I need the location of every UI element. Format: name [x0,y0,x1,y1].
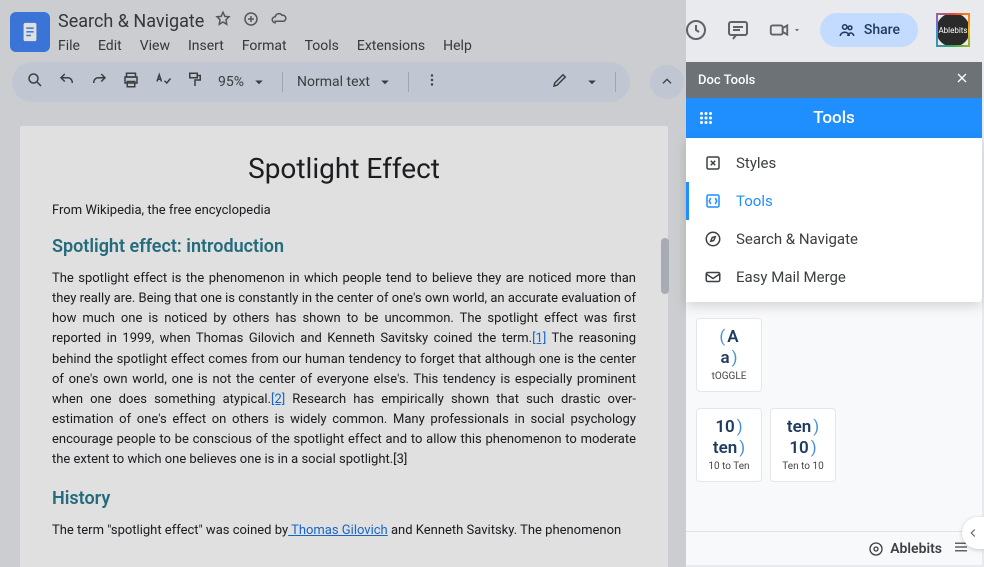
people-icon [838,21,856,39]
move-icon[interactable] [242,10,260,32]
tool-cards-row2: 10) ten) 10 to Ten ten) 10) Ten to 10 [686,408,982,498]
toolbar: 95% Normal text [12,62,630,102]
meet-button[interactable] [768,19,802,41]
sidebar-item-mail-merge[interactable]: Easy Mail Merge [686,258,982,296]
mail-icon [704,268,722,286]
sidebar-item-label: Tools [736,192,773,210]
sidebar-header: Doc Tools [686,62,982,98]
scrollbar-thumb[interactable] [661,238,669,294]
sidebar-item-label: Search & Navigate [736,230,858,248]
tools-icon [704,192,722,210]
menu-tools[interactable]: Tools [305,38,339,54]
menu-file[interactable]: File [58,38,80,54]
person-link[interactable]: Thomas Gilovich [288,523,388,538]
top-right-actions: Share Ablebits [684,8,974,52]
redo-icon[interactable] [90,71,108,93]
doc-subtitle: From Wikipedia, the free encyclopedia [52,203,636,218]
card-10-to-ten[interactable]: 10) ten) 10 to Ten [696,408,762,482]
sidebar-title-label: Tools [813,108,855,128]
addon-sidebar: Doc Tools Tools Styles Tools Search & Na… [686,62,982,565]
paragraph-style-value: Normal text [297,74,370,90]
sidebar-title-bar: Tools [686,98,982,138]
app-grid-icon[interactable] [694,106,718,130]
sidebar-header-title: Doc Tools [698,73,755,88]
sidebar-item-label: Easy Mail Merge [736,268,846,286]
more-toolbar-icon[interactable] [423,71,441,93]
tool-cards: (A a) tOGGLE [686,302,982,408]
menu-extensions[interactable]: Extensions [357,38,425,54]
star-icon[interactable] [214,10,232,32]
menu-format[interactable]: Format [242,38,287,54]
menu-bar: File Edit View Insert Format Tools Exten… [58,38,684,54]
toolbar-separator [408,72,409,92]
sidebar-item-tools[interactable]: Tools [686,182,982,220]
sidebar-item-label: Styles [736,154,776,172]
citation-link-1[interactable]: [1] [532,331,546,346]
editing-mode-icon[interactable] [551,71,569,93]
docs-logo-icon[interactable] [10,12,50,52]
document-title[interactable]: Search & Navigate [58,11,204,32]
menu-insert[interactable]: Insert [188,38,224,54]
menu-edit[interactable]: Edit [98,38,122,54]
sidebar-item-search-navigate[interactable]: Search & Navigate [686,220,982,258]
top-bar: Search & Navigate File Edit View Insert … [0,0,984,62]
card-ten-to-10[interactable]: ten) 10) Ten to 10 [770,408,836,482]
menu-view[interactable]: View [140,38,170,54]
comments-icon[interactable] [726,18,750,42]
compass-icon [704,230,722,248]
section-heading-history: History [52,488,636,509]
zoom-dropdown[interactable]: 95% [218,73,268,91]
card-toggle-case[interactable]: (A a) tOGGLE [696,318,762,392]
paint-format-icon[interactable] [186,71,204,93]
sidebar-dropdown-list: Styles Tools Search & Navigate Easy Mail… [686,138,982,302]
account-avatar[interactable]: Ablebits [936,13,970,47]
citation-link-2[interactable]: [2] [271,392,285,407]
share-button[interactable]: Share [820,13,918,47]
share-label: Share [864,22,900,38]
zoom-value: 95% [218,74,244,90]
card-label: 10 to Ten [708,461,749,472]
toolbar-separator [282,72,283,92]
close-icon[interactable] [954,70,970,90]
collapse-toolbar-icon[interactable] [650,65,684,99]
paragraph-history: The term "spotlight effect" was coined b… [52,521,636,541]
history-icon[interactable] [684,18,708,42]
brand-icon [868,541,884,557]
caret-down-icon [583,73,601,91]
spellcheck-icon[interactable] [154,71,172,93]
paragraph-style-dropdown[interactable]: Normal text [297,73,394,91]
caret-down-icon [792,25,802,35]
sidebar-item-styles[interactable]: Styles [686,144,982,182]
search-icon[interactable] [26,71,44,93]
caret-down-icon [250,73,268,91]
brand-link[interactable]: Ablebits [868,541,942,557]
brand-label: Ablebits [890,541,942,557]
card-label: Ten to 10 [782,461,823,472]
doc-h1: Spotlight Effect [52,152,636,185]
menu-help[interactable]: Help [443,38,472,54]
styles-icon [704,154,722,172]
undo-icon[interactable] [58,71,76,93]
paragraph-intro: The spotlight effect is the phenomenon i… [52,269,636,470]
section-heading-intro: Spotlight effect: introduction [52,236,636,257]
document-page[interactable]: Spotlight Effect From Wikipedia, the fre… [20,126,668,567]
toolbar-separator [615,72,616,92]
title-menu-block: Search & Navigate File Edit View Insert … [58,8,684,54]
cloud-status-icon[interactable] [270,10,288,32]
sidebar-footer: Ablebits [686,531,982,565]
card-label: tOGGLE [712,371,747,382]
print-icon[interactable] [122,71,140,93]
caret-down-icon [376,73,394,91]
